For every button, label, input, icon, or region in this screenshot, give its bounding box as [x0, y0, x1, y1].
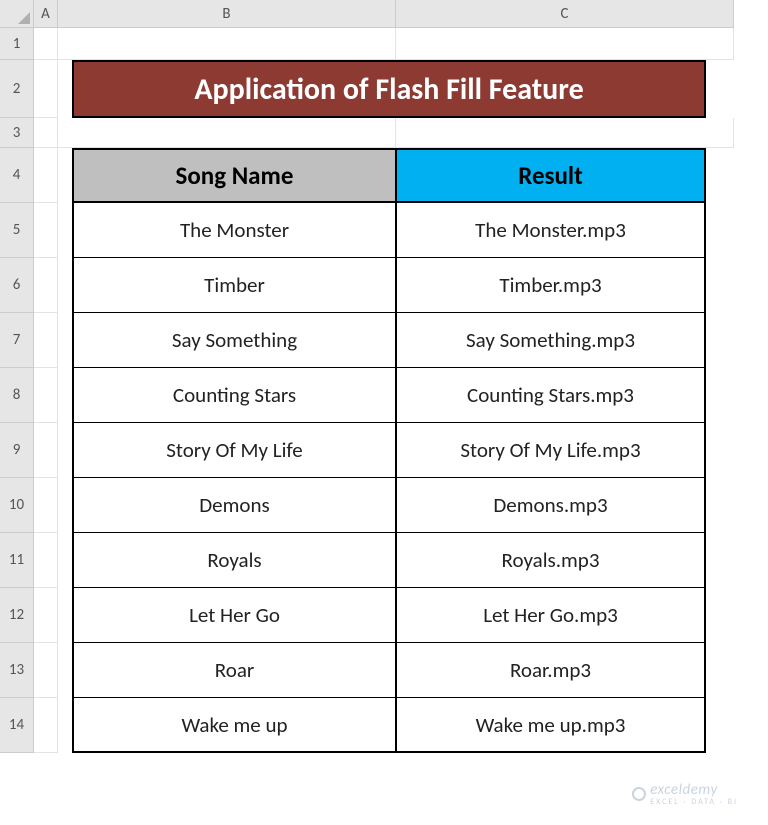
cell-result[interactable]: Say Something.mp3 — [396, 313, 706, 368]
table-header-song[interactable]: Song Name — [72, 148, 396, 203]
cell-a5[interactable] — [34, 203, 58, 258]
cell-result[interactable]: Timber.mp3 — [396, 258, 706, 313]
cell-a7[interactable] — [34, 313, 58, 368]
cell-a2[interactable] — [34, 60, 58, 118]
row-header-2[interactable]: 2 — [0, 60, 34, 118]
select-all-corner[interactable] — [0, 0, 34, 28]
watermark-icon — [632, 787, 646, 801]
cell-song[interactable]: Royals — [72, 533, 396, 588]
cell-song[interactable]: Say Something — [72, 313, 396, 368]
watermark-tagline: EXCEL · DATA · BI — [650, 797, 738, 807]
cell-a13[interactable] — [34, 643, 58, 698]
cell-song[interactable]: Story Of My Life — [72, 423, 396, 478]
cell-c1[interactable] — [396, 28, 734, 60]
row-header-13[interactable]: 13 — [0, 643, 34, 698]
title-banner[interactable]: Application of Flash Fill Feature — [72, 60, 706, 118]
cell-a11[interactable] — [34, 533, 58, 588]
row-header-9[interactable]: 9 — [0, 423, 34, 478]
cell-a14[interactable] — [34, 698, 58, 753]
cell-c3[interactable] — [396, 118, 734, 148]
cell-result[interactable]: Counting Stars.mp3 — [396, 368, 706, 423]
cell-a6[interactable] — [34, 258, 58, 313]
row-header-12[interactable]: 12 — [0, 588, 34, 643]
watermark: exceldemy EXCEL · DATA · BI — [632, 781, 738, 807]
cell-a4[interactable] — [34, 148, 58, 203]
cell-a10[interactable] — [34, 478, 58, 533]
col-header-b[interactable]: B — [58, 0, 396, 28]
cell-song[interactable]: Counting Stars — [72, 368, 396, 423]
cell-result[interactable]: Story Of My Life.mp3 — [396, 423, 706, 478]
cell-a12[interactable] — [34, 588, 58, 643]
row-header-1[interactable]: 1 — [0, 28, 34, 60]
col-header-c[interactable]: C — [396, 0, 734, 28]
col-header-a[interactable]: A — [34, 0, 58, 28]
cell-b1[interactable] — [58, 28, 396, 60]
row-header-7[interactable]: 7 — [0, 313, 34, 368]
cell-song[interactable]: The Monster — [72, 203, 396, 258]
row-header-3[interactable]: 3 — [0, 118, 34, 148]
cell-result[interactable]: Wake me up.mp3 — [396, 698, 706, 753]
cell-song[interactable]: Let Her Go — [72, 588, 396, 643]
table-header-result[interactable]: Result — [396, 148, 706, 203]
cell-a3[interactable] — [34, 118, 58, 148]
cell-result[interactable]: The Monster.mp3 — [396, 203, 706, 258]
cell-result[interactable]: Demons.mp3 — [396, 478, 706, 533]
row-header-5[interactable]: 5 — [0, 203, 34, 258]
row-header-6[interactable]: 6 — [0, 258, 34, 313]
cell-b3[interactable] — [58, 118, 396, 148]
cell-result[interactable]: Royals.mp3 — [396, 533, 706, 588]
cell-a8[interactable] — [34, 368, 58, 423]
cell-a9[interactable] — [34, 423, 58, 478]
cell-song[interactable]: Timber — [72, 258, 396, 313]
cell-song[interactable]: Wake me up — [72, 698, 396, 753]
spreadsheet-grid: A B C 1 2 3 4 5 6 7 8 9 10 11 12 13 14 A… — [0, 0, 768, 753]
cell-song[interactable]: Roar — [72, 643, 396, 698]
row-header-8[interactable]: 8 — [0, 368, 34, 423]
cell-result[interactable]: Roar.mp3 — [396, 643, 706, 698]
row-header-10[interactable]: 10 — [0, 478, 34, 533]
cell-song[interactable]: Demons — [72, 478, 396, 533]
row-header-11[interactable]: 11 — [0, 533, 34, 588]
cell-result[interactable]: Let Her Go.mp3 — [396, 588, 706, 643]
row-header-14[interactable]: 14 — [0, 698, 34, 753]
row-header-4[interactable]: 4 — [0, 148, 34, 203]
cell-a1[interactable] — [34, 28, 58, 60]
